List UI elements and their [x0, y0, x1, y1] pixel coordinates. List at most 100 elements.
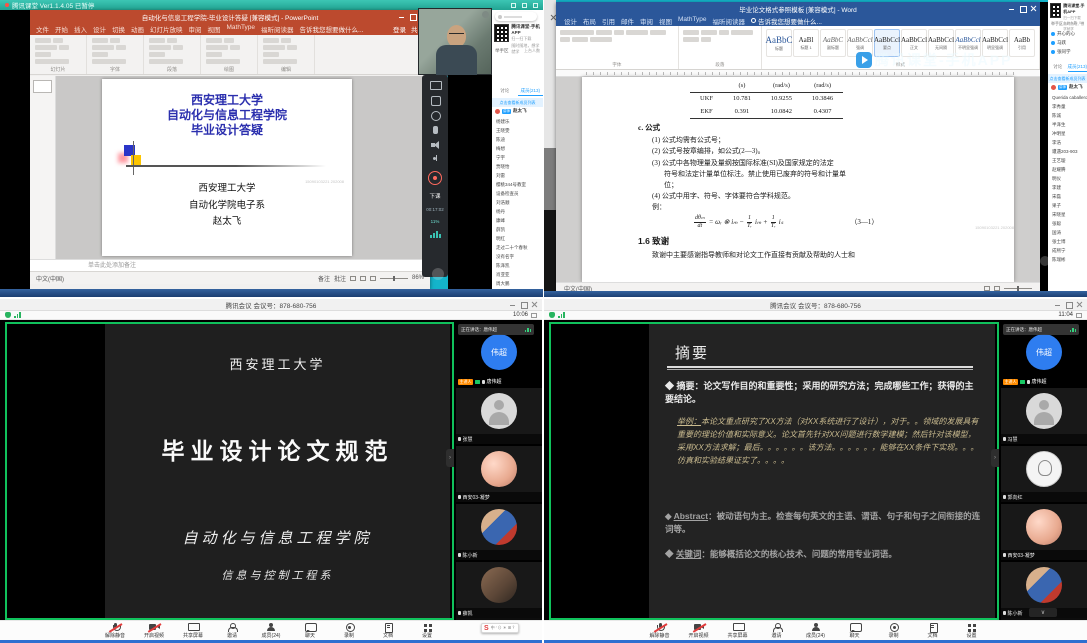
word-menu-tab[interactable]: 福昕阅读器: [713, 16, 746, 26]
ppt-menu-tab[interactable]: 设计: [93, 24, 106, 34]
toolbar-button[interactable]: 设置: [958, 623, 985, 639]
more-participants-button[interactable]: ∨: [1029, 608, 1057, 617]
member-row[interactable]: 康峰: [492, 216, 543, 225]
member-row[interactable]: 王艺璇: [1048, 156, 1087, 165]
toolbar-button[interactable]: 共享屏幕: [724, 623, 751, 639]
slide-thumbnail[interactable]: [33, 80, 52, 93]
members-banner[interactable]: 点击查看新成员列表: [1048, 74, 1087, 83]
member-row[interactable]: 刘雷: [492, 171, 543, 180]
stage-member[interactable]: 张同学: [1048, 47, 1087, 56]
ppt-menu-tab[interactable]: 切换: [112, 24, 125, 34]
ribbon-controls[interactable]: [206, 36, 252, 64]
toolbar-button[interactable]: 录制: [336, 623, 363, 639]
participant-tile[interactable]: 陈小新: [456, 502, 542, 560]
presenter-video[interactable]: [418, 8, 492, 75]
ppt-menu-tab[interactable]: 动画: [131, 24, 144, 34]
recorder-window-icon[interactable]: [511, 3, 516, 8]
ppt-menu-tab[interactable]: 插入: [74, 24, 87, 34]
word-title-bar[interactable]: 毕业论文格式参照模板 [兼容模式] - Word: [556, 2, 1040, 15]
ribbon-group[interactable]: 字体: [87, 35, 144, 74]
ribbon-controls[interactable]: [149, 36, 195, 64]
participant-tile[interactable]: 薛凯: [456, 560, 542, 618]
style-card[interactable]: AaBbC 标题: [766, 29, 792, 57]
invite-icon[interactable]: [430, 111, 440, 119]
mic-icon[interactable]: [430, 126, 440, 134]
member-row[interactable]: 遭遇203-903: [1048, 147, 1087, 156]
toolbar-button[interactable]: 录制: [880, 623, 907, 639]
zoom-slider[interactable]: [1004, 288, 1032, 289]
fullscreen-icon[interactable]: [1076, 313, 1082, 318]
member-row[interactable]: 王晓雯: [492, 126, 543, 135]
login-button[interactable]: 登录: [393, 24, 406, 34]
word-menu-tab[interactable]: 视图: [659, 16, 672, 26]
member-row[interactable]: 宋磊: [1048, 192, 1087, 201]
word-menu-tab[interactable]: MathType: [678, 16, 707, 26]
end-class-label[interactable]: 下课: [429, 192, 440, 200]
minimize-icon[interactable]: [1054, 301, 1061, 308]
panel-collapse-handle[interactable]: ›: [446, 449, 454, 467]
participant-tile[interactable]: 郭向红: [1001, 444, 1087, 502]
maximize-icon[interactable]: [1019, 5, 1026, 12]
read-view-icon[interactable]: [984, 286, 990, 291]
member-row[interactable]: 梅想: [492, 144, 543, 153]
language-status[interactable]: 中文(中国): [36, 274, 64, 283]
ppt-menu-tab[interactable]: 幻灯片放映: [150, 24, 183, 34]
member-row[interactable]: 没有名字: [492, 252, 543, 261]
toolbar-button[interactable]: 开启视频: [141, 623, 168, 639]
meeting-title-bar[interactable]: 腾讯会议 会议号：878-680-756: [0, 299, 542, 311]
ribbon-group[interactable]: 幻灯片: [30, 35, 87, 74]
ribbon-group[interactable]: 绘图: [201, 35, 258, 74]
stage-member[interactable]: 开心的心: [1048, 29, 1087, 38]
font-group[interactable]: 字体: [556, 26, 679, 69]
toolbar-button[interactable]: 解除静音: [102, 623, 129, 639]
toolbar-button[interactable]: 聊天: [841, 623, 868, 639]
fullscreen-icon[interactable]: [531, 313, 537, 318]
toolbar-button[interactable]: 解除静音: [646, 623, 673, 639]
toolbar-button[interactable]: 成员(24): [258, 623, 285, 639]
member-row[interactable]: 冲明星: [1048, 129, 1087, 138]
close-icon[interactable]: [1030, 5, 1037, 12]
member-row[interactable]: 张士博: [1048, 237, 1087, 246]
participant-tile[interactable]: 张慧: [456, 386, 542, 444]
ime-buttons[interactable]: 中 ′ ⊙ ＊ ⊞ ？: [491, 625, 517, 631]
member-row[interactable]: Querida caballero: [1048, 93, 1087, 102]
maximize-icon[interactable]: [409, 13, 416, 20]
close-icon[interactable]: [531, 301, 538, 308]
member-row[interactable]: 宋晓星: [1048, 210, 1087, 219]
sorter-view-icon[interactable]: [360, 276, 366, 281]
tell-me-box[interactable]: 告诉我您想要做什么...: [300, 24, 364, 34]
ribbon-controls[interactable]: [35, 36, 81, 64]
member-row[interactable]: 陈诚: [1048, 111, 1087, 120]
member-row[interactable]: 走过二十个春秋: [492, 243, 543, 252]
tell-me-box[interactable]: 告诉我您想要做什么...: [751, 16, 822, 26]
music-icon[interactable]: [430, 156, 440, 164]
ppt-menu-tab[interactable]: 福昕阅读器: [261, 24, 294, 34]
participant-tile[interactable]: 冯慧: [1001, 386, 1087, 444]
toolbar-button[interactable]: 邀请: [219, 623, 246, 639]
stage-member[interactable]: 马跃: [1048, 38, 1087, 47]
toolbar-button[interactable]: 开启视频: [685, 623, 712, 639]
panel-collapse-handle[interactable]: ›: [991, 449, 999, 467]
ime-toolbar[interactable]: S 中 ′ ⊙ ＊ ⊞ ？: [481, 623, 519, 633]
whiteboard-icon[interactable]: [430, 96, 440, 104]
tab-discussion[interactable]: 讨论: [1048, 64, 1068, 72]
toolbar-button[interactable]: 共享屏幕: [180, 623, 207, 639]
member-row[interactable]: 赵耀腾: [1048, 165, 1087, 174]
member-row[interactable]: 果子: [1048, 201, 1087, 210]
slideshow-view-icon[interactable]: [370, 276, 376, 281]
member-row[interactable]: 李建: [1048, 183, 1087, 192]
word-menu-tab[interactable]: 设计: [564, 16, 577, 26]
maximize-icon[interactable]: [1065, 301, 1072, 308]
ribbon-controls[interactable]: [92, 36, 138, 64]
style-card[interactable]: AaBl 标题 1: [793, 29, 819, 57]
members-banner[interactable]: 点击查看新成员列表: [492, 98, 543, 107]
member-row[interactable]: 刘浩顺: [492, 198, 543, 207]
toolbar-button[interactable]: 设置: [414, 623, 441, 639]
notification-pill[interactable]: [495, 12, 537, 21]
ruler[interactable]: [556, 70, 1040, 77]
member-row[interactable]: 半泽生: [1048, 120, 1087, 129]
teacher-row[interactable]: 讲师 赵太飞: [1048, 84, 1083, 90]
member-row[interactable]: 杨丹: [492, 207, 543, 216]
slide-thumbnail-pane[interactable]: [30, 76, 56, 259]
recorder-settings-icon[interactable]: [533, 3, 538, 8]
